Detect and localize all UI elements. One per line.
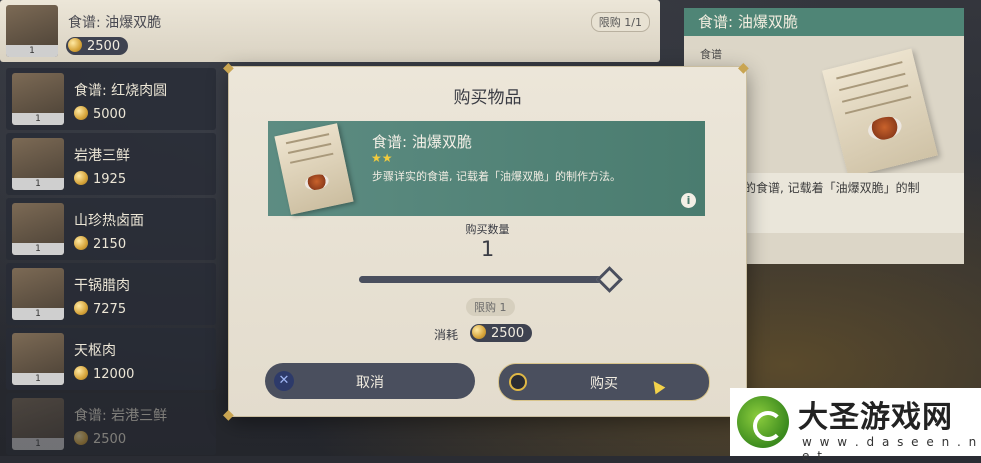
item-name: 山珍热卤面 <box>74 213 144 229</box>
item-thumbnail: 1 <box>12 333 64 385</box>
purchase-limit: 限购 1 <box>466 298 515 316</box>
coin-icon <box>74 171 88 185</box>
recipe-illustration <box>822 48 938 178</box>
item-qty: 1 <box>12 308 64 320</box>
item-card: 食谱: 油爆双脆 ★★ 步骤详实的食谱, 记载着「油爆双脆」的制作方法。 i <box>268 121 705 216</box>
item-price: 2500 <box>66 37 129 55</box>
item-price: 2500 <box>74 431 126 447</box>
item-name: 岩港三鲜 <box>74 148 130 164</box>
info-icon[interactable]: i <box>681 193 696 208</box>
quantity-slider[interactable] <box>359 266 623 293</box>
item-qty: 1 <box>12 373 64 385</box>
cancel-button[interactable]: ✕ 取消 <box>265 363 475 399</box>
item-thumbnail: 1 <box>12 268 64 320</box>
shop-item-selected[interactable]: 1 食谱: 油爆双脆 2500 限购 1/1 <box>0 0 660 62</box>
shop-item[interactable]: 1 食谱: 红烧肉圆 5000 <box>6 68 216 130</box>
card-item-name: 食谱: 油爆双脆 <box>372 133 472 151</box>
item-name: 天枢肉 <box>74 343 116 359</box>
item-thumbnail: 1 <box>12 138 64 190</box>
coin-icon <box>472 325 486 339</box>
item-name: 干锅腊肉 <box>74 278 130 294</box>
item-name: 食谱: 岩港三鲜 <box>74 408 168 424</box>
item-name: 食谱: 油爆双脆 <box>68 15 162 31</box>
slider-handle[interactable] <box>596 266 623 293</box>
item-qty: 1 <box>6 45 58 57</box>
corner-ornament-icon: ◆ <box>223 407 234 423</box>
watermark-title: 大圣游戏网 <box>798 400 953 435</box>
item-thumbnail: 1 <box>12 398 64 450</box>
item-price: 1925 <box>74 171 126 187</box>
corner-ornament-icon: ◆ <box>738 60 749 76</box>
buy-label: 购买 <box>590 376 618 392</box>
shop-item[interactable]: 1 天枢肉 12000 <box>6 328 216 390</box>
item-qty: 1 <box>12 243 64 255</box>
coin-icon <box>74 366 88 380</box>
purchase-dialog: ◆ ◆ ◆ ◆ 购买物品 食谱: 油爆双脆 ★★ 步骤详实的食谱, 记载着「油爆… <box>223 61 749 422</box>
cancel-label: 取消 <box>356 375 384 391</box>
rarity-stars: ★★ <box>371 151 393 165</box>
card-item-description: 步骤详实的食谱, 记载着「油爆双脆」的制作方法。 <box>372 170 621 183</box>
slider-fill <box>359 276 609 283</box>
dialog-title: 购买物品 <box>453 88 522 108</box>
quantity-value: 1 <box>480 237 495 261</box>
shop-item-dimmed[interactable]: 1 食谱: 岩港三鲜 2500 <box>6 393 216 455</box>
shop-item[interactable]: 1 岩港三鲜 1925 <box>6 133 216 195</box>
coin-icon <box>74 431 88 445</box>
detail-title: 食谱: 油爆双脆 <box>684 8 964 36</box>
corner-ornament-icon: ◆ <box>223 60 234 76</box>
cost-value: 2500 <box>470 324 533 342</box>
cost-label: 消耗 <box>434 328 459 342</box>
item-qty: 1 <box>12 178 64 190</box>
watermark-url: w w w . d a s e e n . n e t <box>802 435 979 463</box>
item-price: 12000 <box>74 366 134 382</box>
item-price: 2150 <box>74 236 126 252</box>
shop-item[interactable]: 1 山珍热卤面 2150 <box>6 198 216 260</box>
item-qty: 1 <box>12 113 64 125</box>
recipe-thumbnail <box>274 123 354 215</box>
item-name: 食谱: 红烧肉圆 <box>74 83 168 99</box>
item-qty: 1 <box>12 438 64 450</box>
item-price: 5000 <box>74 106 126 122</box>
site-logo-icon <box>737 396 789 448</box>
purchase-limit-badge: 限购 1/1 <box>590 12 650 32</box>
coin-icon <box>74 301 88 315</box>
item-thumbnail: 1 <box>12 73 64 125</box>
watermark: 大圣游戏网 w w w . d a s e e n . n e t <box>730 388 981 463</box>
shop-item[interactable]: 1 干锅腊肉 7275 <box>6 263 216 325</box>
item-thumbnail: 1 <box>12 203 64 255</box>
coin-icon <box>74 236 88 250</box>
item-price: 7275 <box>74 301 126 317</box>
item-thumbnail: 1 <box>6 5 58 57</box>
quantity-label: 购买数量 <box>465 223 510 236</box>
coin-icon <box>74 106 88 120</box>
coin-icon <box>68 38 82 52</box>
buy-button[interactable]: 购买 <box>498 363 710 401</box>
